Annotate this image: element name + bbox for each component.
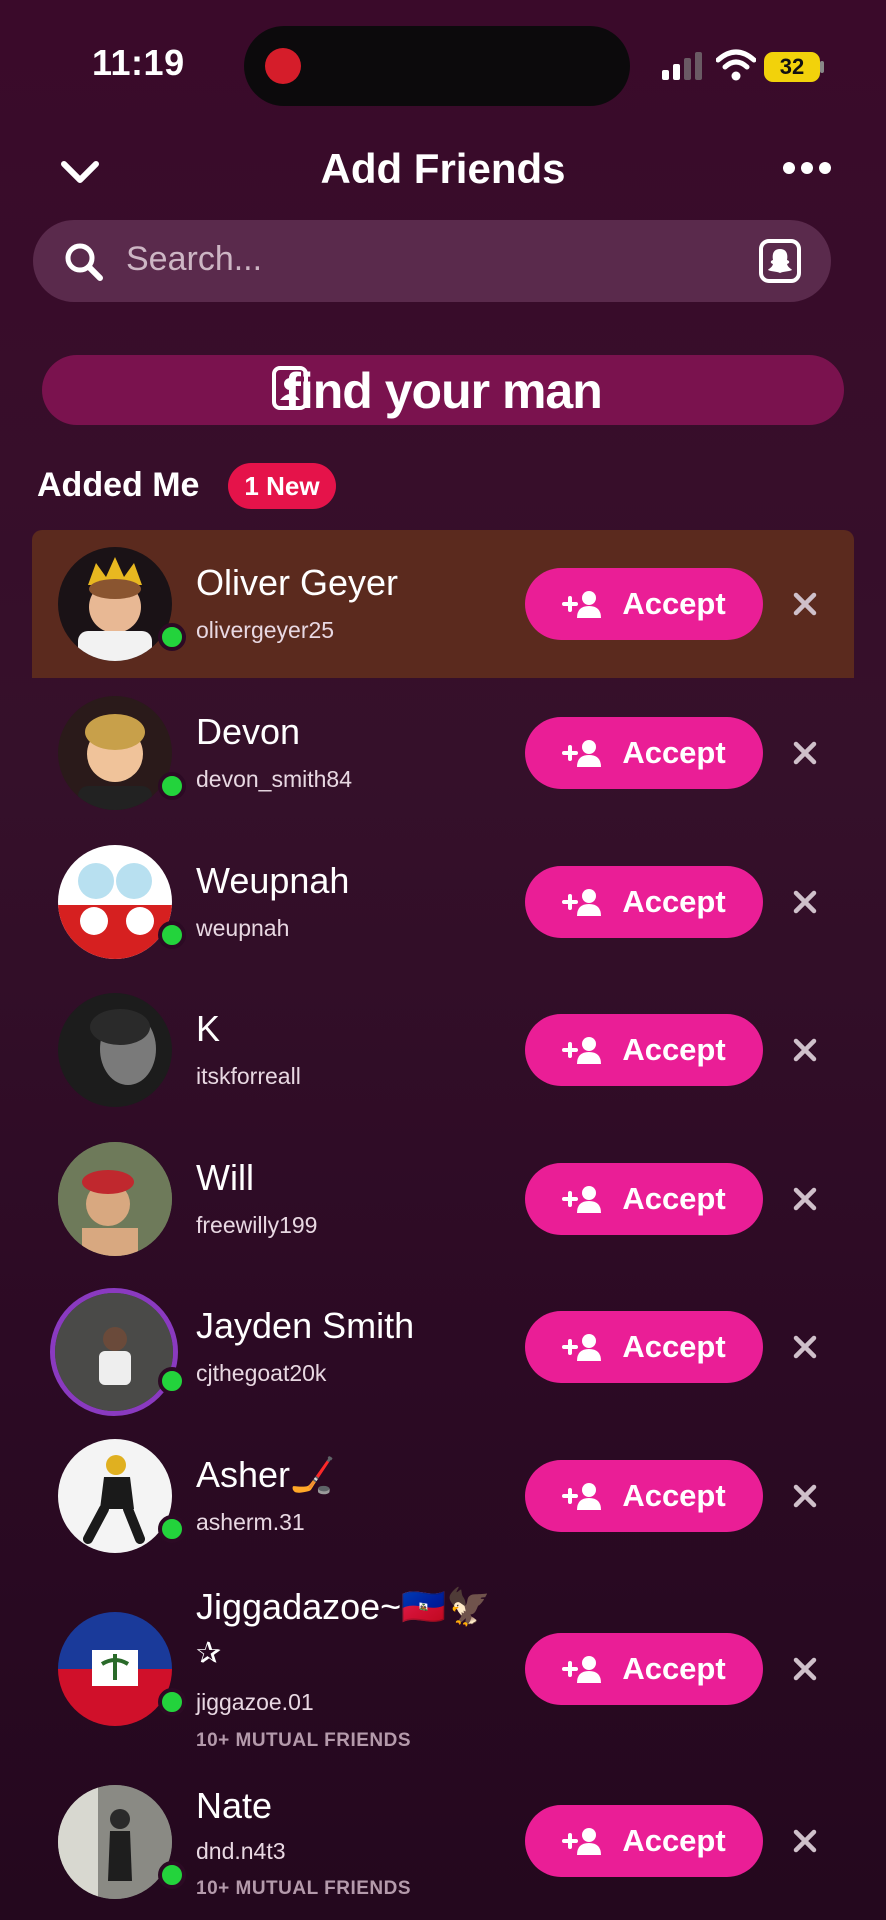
search-icon	[65, 243, 103, 281]
friend-name: Oliver Geyer	[196, 562, 399, 603]
friend-name: Jayden Smith	[196, 1305, 415, 1346]
avatar[interactable]	[58, 696, 172, 810]
online-indicator	[158, 1861, 186, 1889]
add-friend-icon	[562, 1186, 602, 1213]
accept-button[interactable]: Accept	[525, 568, 763, 640]
recording-indicator-icon	[265, 48, 301, 84]
status-time: 11:19	[92, 42, 185, 83]
accept-label: Accept	[622, 586, 726, 621]
accept-label: Accept	[622, 1651, 726, 1686]
add-friend-icon	[562, 740, 602, 767]
friend-username: weupnah	[196, 915, 290, 941]
online-indicator	[158, 921, 186, 949]
avatar[interactable]	[58, 547, 172, 661]
friend-name: Jiggadazoe~🇭🇹🦅	[196, 1586, 491, 1627]
avatar[interactable]	[50, 1288, 178, 1416]
wifi-icon	[716, 49, 756, 81]
accept-label: Accept	[622, 735, 726, 770]
friend-name-line2: ✰	[196, 1637, 222, 1670]
friend-username: cjthegoat20k	[196, 1360, 327, 1386]
online-indicator	[158, 1688, 186, 1716]
friend-name: Asher🏒	[196, 1454, 335, 1495]
friend-username: freewilly199	[196, 1212, 318, 1238]
page-title: Add Friends	[320, 145, 566, 192]
accept-button[interactable]: Accept	[525, 717, 763, 789]
add-friend-icon	[562, 591, 602, 618]
close-icon[interactable]	[792, 1828, 818, 1854]
close-icon[interactable]	[792, 1656, 818, 1682]
search-input[interactable]: Search...	[126, 240, 262, 279]
close-icon[interactable]	[792, 1186, 818, 1212]
online-indicator	[158, 1515, 186, 1543]
online-indicator	[158, 1367, 186, 1395]
friend-name: Will	[196, 1157, 254, 1198]
accept-button[interactable]: Accept	[525, 1163, 763, 1235]
friend-name: Weupnah	[196, 860, 350, 901]
battery-nub	[820, 61, 824, 73]
avatar[interactable]	[58, 1785, 172, 1899]
accept-button[interactable]: Accept	[525, 1633, 763, 1705]
friend-username: devon_smith84	[196, 766, 352, 792]
cellular-signal-icon	[662, 52, 702, 80]
close-icon[interactable]	[792, 740, 818, 766]
online-indicator	[158, 623, 186, 651]
mutual-friends-label: 10+ MUTUAL FRIENDS	[196, 1730, 412, 1751]
friend-username: itskforreall	[196, 1063, 301, 1089]
avatar[interactable]	[58, 1612, 172, 1726]
accept-label: Accept	[622, 1329, 726, 1364]
close-icon[interactable]	[792, 1483, 818, 1509]
add-friend-icon	[562, 889, 602, 916]
online-indicator	[158, 772, 186, 800]
close-icon[interactable]	[792, 591, 818, 617]
invite-banner-text: find your man	[284, 363, 603, 419]
accept-button[interactable]: Accept	[525, 866, 763, 938]
friend-name: Devon	[196, 711, 301, 752]
accept-button[interactable]: Accept	[525, 1014, 763, 1086]
section-title: Added Me	[37, 466, 200, 504]
new-count-badge: 1 New	[228, 463, 336, 509]
close-icon[interactable]	[792, 1334, 818, 1360]
add-friend-icon	[562, 1828, 602, 1855]
mutual-friends-label: 10+ MUTUAL FRIENDS	[196, 1878, 412, 1899]
accept-label: Accept	[622, 884, 726, 919]
accept-button[interactable]: Accept	[525, 1311, 763, 1383]
more-options-icon[interactable]	[782, 158, 832, 178]
accept-button[interactable]: Accept	[525, 1805, 763, 1877]
avatar[interactable]	[58, 1142, 172, 1256]
add-friend-icon	[562, 1037, 602, 1064]
friend-username: olivergeyer25	[196, 617, 335, 643]
add-friend-icon	[562, 1656, 602, 1683]
close-icon[interactable]	[792, 889, 818, 915]
add-friend-icon	[562, 1483, 602, 1510]
friend-username: jiggazoe.01	[196, 1689, 314, 1715]
friend-name: Nate	[196, 1785, 273, 1826]
avatar[interactable]	[58, 993, 172, 1107]
close-icon[interactable]	[792, 1037, 818, 1063]
friend-username: asherm.31	[196, 1509, 305, 1535]
accept-label: Accept	[622, 1181, 726, 1216]
friend-username: dnd.n4t3	[196, 1838, 286, 1864]
accept-label: Accept	[622, 1823, 726, 1858]
battery-indicator: 32	[764, 52, 820, 82]
snapcode-icon[interactable]	[758, 238, 802, 284]
accept-label: Accept	[622, 1032, 726, 1067]
accept-button[interactable]: Accept	[525, 1460, 763, 1532]
add-friend-icon	[562, 1334, 602, 1361]
friend-name: K	[196, 1008, 221, 1049]
avatar[interactable]	[58, 1439, 172, 1553]
accept-label: Accept	[622, 1478, 726, 1513]
dynamic-island	[244, 26, 630, 106]
avatar[interactable]	[58, 845, 172, 959]
